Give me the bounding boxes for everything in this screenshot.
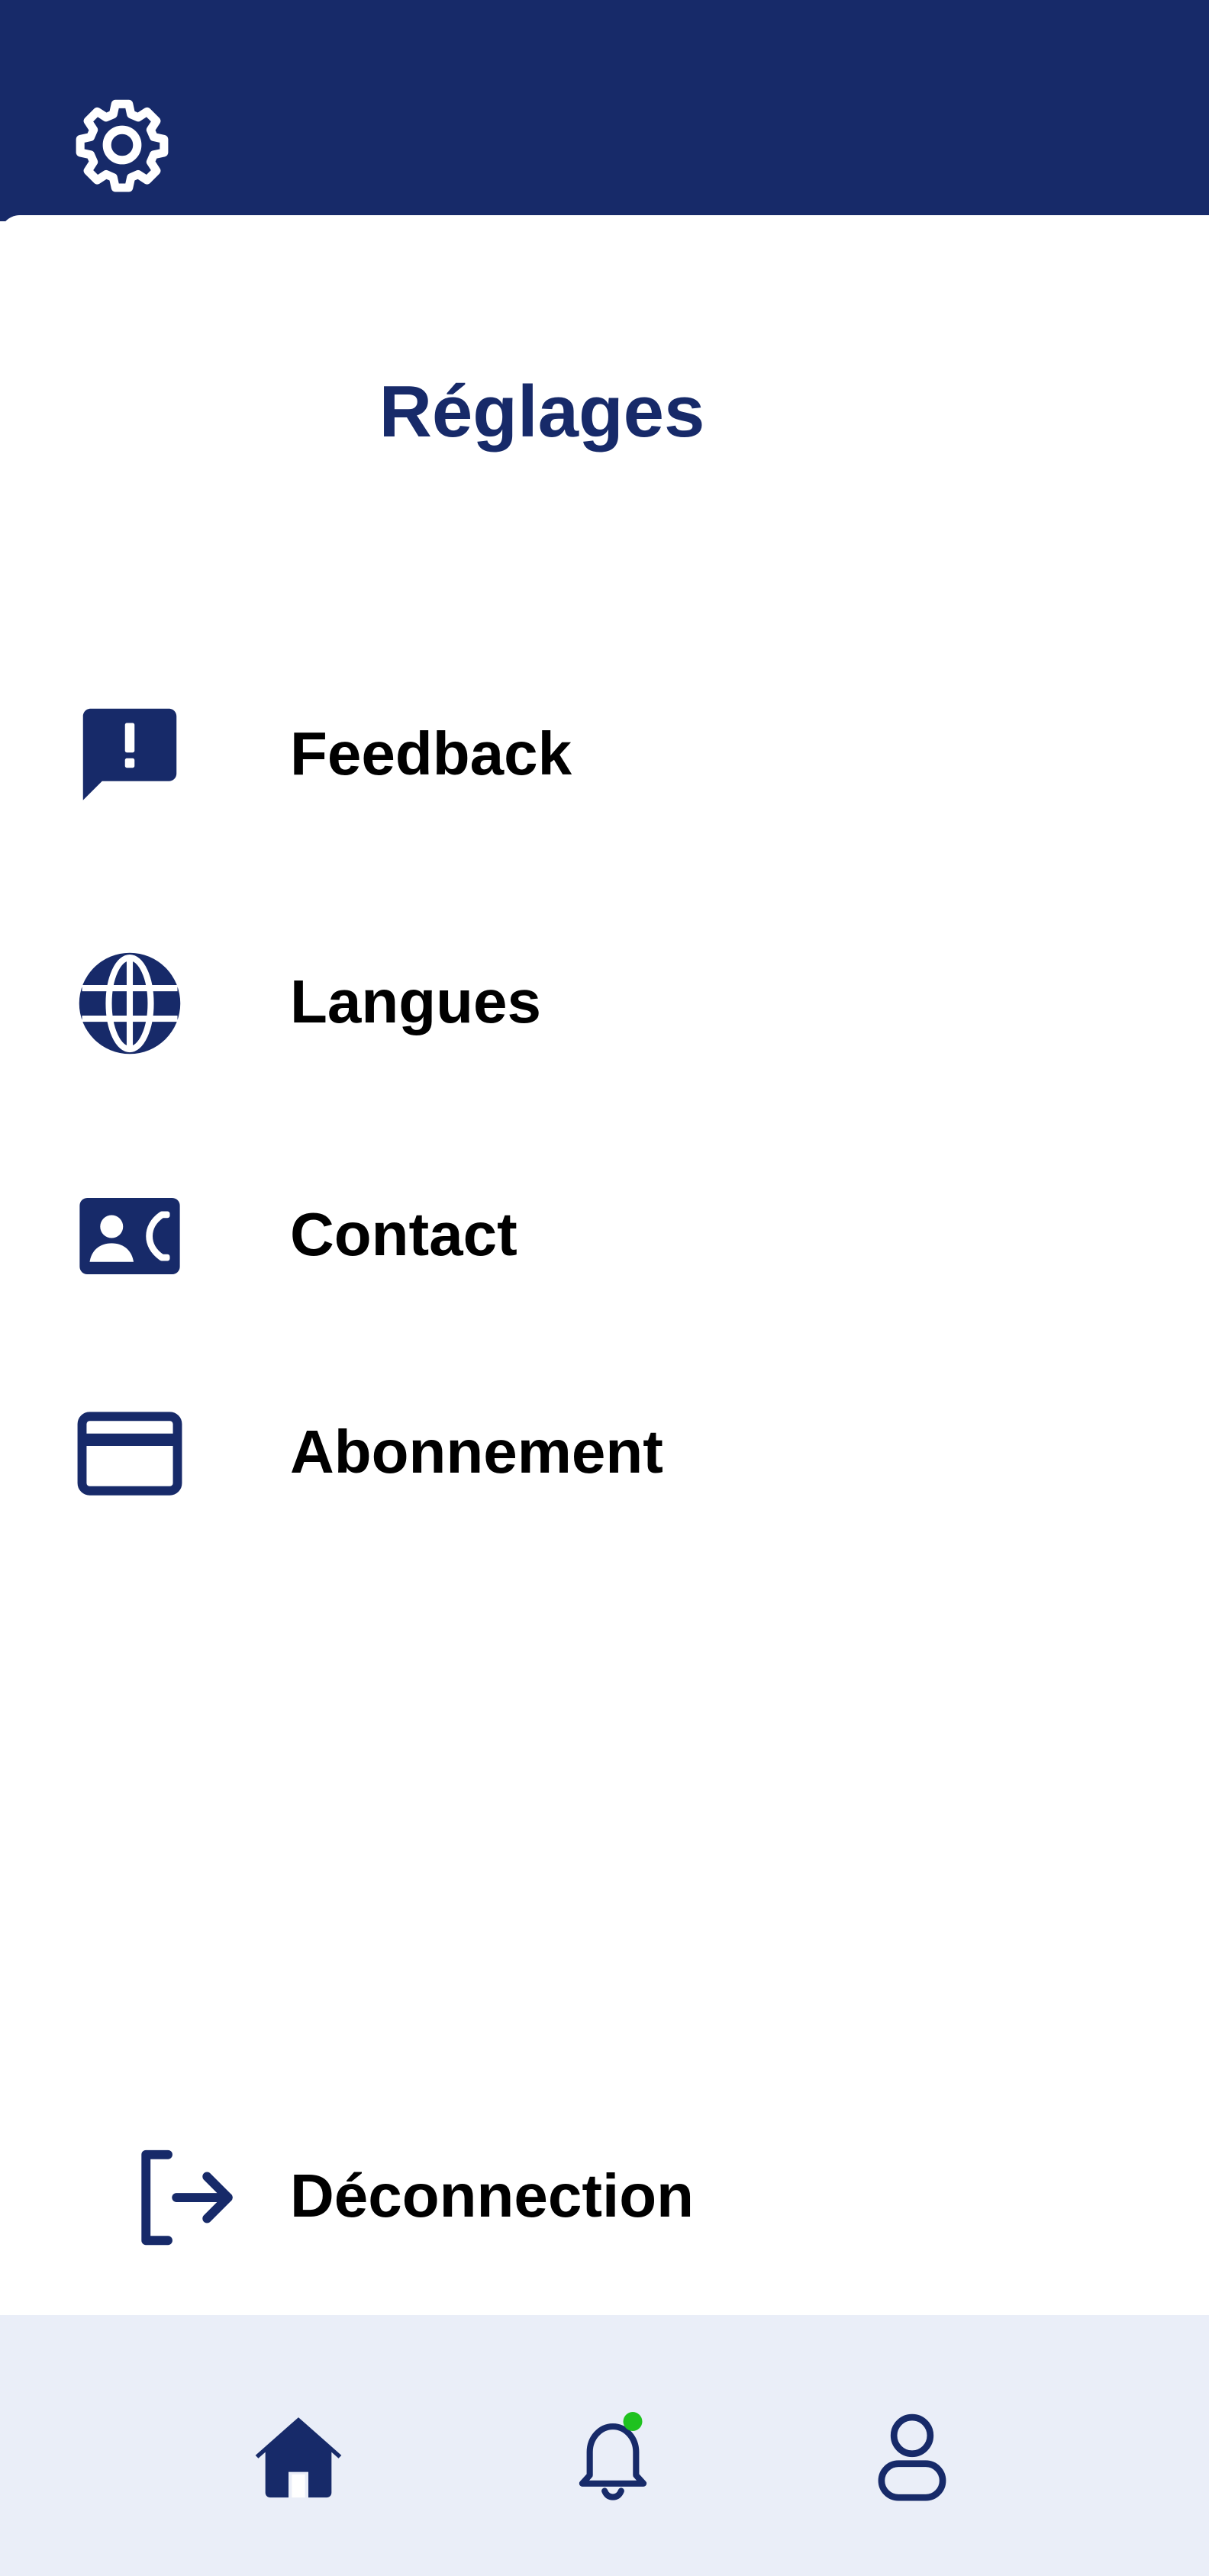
menu-item-feedback[interactable]: Feedback [0,687,1209,824]
menu-item-label: Abonnement [290,1418,663,1486]
logout-label: Déconnection [290,2162,694,2230]
gear-icon [76,99,169,192]
nav-profile-button[interactable] [855,2399,969,2513]
menu-item-abonnement[interactable]: Abonnement [0,1385,1209,1522]
profile-icon [878,2413,946,2501]
menu-item-label: Langues [290,968,541,1035]
contact-card-icon [69,1175,191,1297]
settings-screen: Réglages Feedback Langues Contact Abonne… [0,0,1209,2576]
bottom-navigation [0,2315,1209,2576]
bell-icon [579,2412,647,2500]
globe-icon [69,942,191,1064]
credit-card-icon [69,1393,191,1515]
nav-home-button[interactable] [241,2399,356,2513]
page-title: Réglages [379,371,705,452]
feedback-icon [69,694,191,816]
app-header [0,0,1209,221]
menu-item-contact[interactable]: Contact [0,1167,1209,1305]
logout-icon [122,2136,244,2259]
home-icon [255,2417,342,2498]
menu-item-label: Contact [290,1200,517,1268]
nav-notifications-button[interactable] [556,2399,670,2513]
logout-button[interactable]: Déconnection [0,2129,1209,2266]
settings-button[interactable] [66,89,179,201]
menu-item-label: Feedback [290,720,572,787]
menu-item-langues[interactable]: Langues [0,935,1209,1072]
